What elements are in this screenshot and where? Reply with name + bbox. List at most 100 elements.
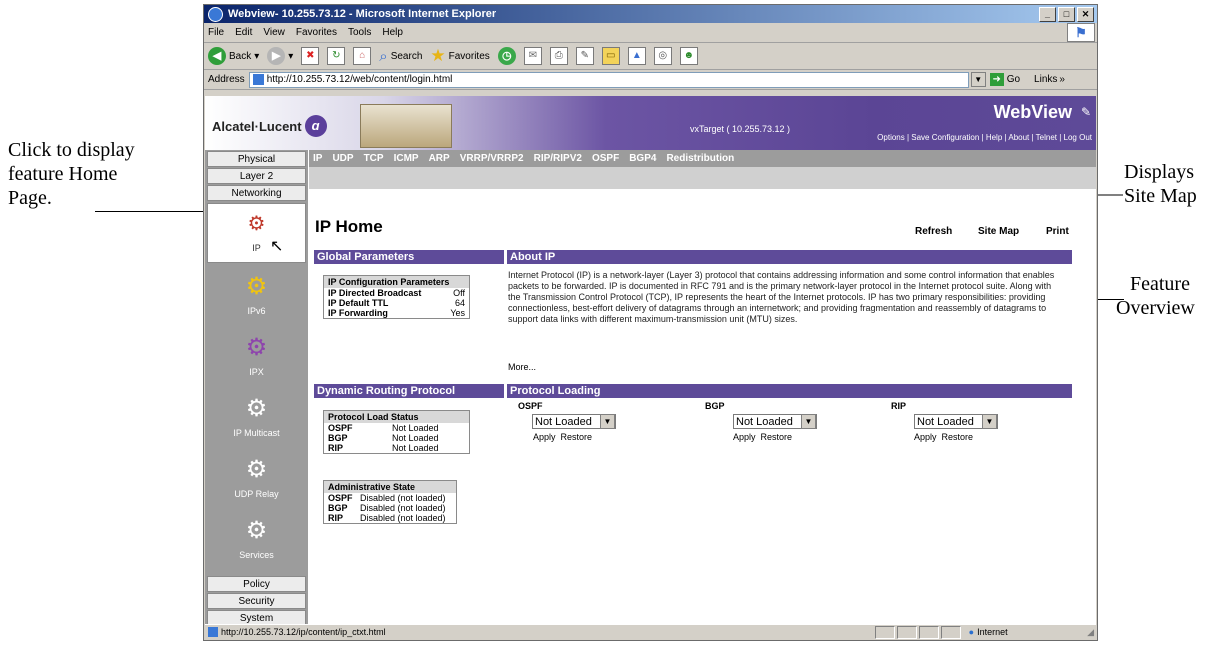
- edit-icon[interactable]: ✎: [575, 47, 594, 65]
- address-input[interactable]: http://10.255.73.12/web/content/login.ht…: [248, 71, 969, 88]
- mail-icon[interactable]: ✉: [523, 47, 542, 65]
- table-row: RIP Not Loaded: [328, 443, 439, 453]
- menu-file[interactable]: File: [208, 27, 224, 38]
- tab-ospf[interactable]: OSPF: [592, 153, 619, 164]
- messenger-icon[interactable]: ▲: [627, 47, 646, 65]
- alcatel-lucent-logo-icon: ɑ: [304, 115, 327, 137]
- resize-grip-icon[interactable]: ◢: [1087, 627, 1094, 638]
- menu-favorites[interactable]: Favorites: [296, 27, 337, 38]
- nav-security[interactable]: Security: [207, 593, 306, 609]
- ie-icon: [208, 6, 223, 22]
- ip-config-title: IP Configuration Parameters: [324, 276, 469, 288]
- nav-layer2[interactable]: Layer 2: [207, 168, 306, 184]
- tab-tcp[interactable]: TCP: [364, 153, 384, 164]
- chevron-down-icon: ▼: [801, 414, 816, 429]
- tab-redistribution[interactable]: Redistribution: [666, 153, 734, 164]
- menu-view[interactable]: View: [263, 27, 285, 38]
- search-button[interactable]: ⌕ Search: [379, 48, 422, 65]
- tab-icmp[interactable]: ICMP: [394, 153, 419, 164]
- menu-help[interactable]: Help: [382, 27, 403, 38]
- minimize-button[interactable]: _: [1039, 6, 1056, 22]
- window-title: Webview- 10.255.73.12 - Microsoft Intern…: [228, 8, 497, 20]
- favorites-button[interactable]: ★ Favorites: [430, 46, 489, 66]
- chevron-down-icon: ▾: [288, 50, 294, 62]
- ospf-restore-button[interactable]: Restore: [561, 432, 593, 442]
- table-row: IP Default TTL 64: [328, 298, 465, 308]
- nav-networking[interactable]: Networking: [207, 185, 306, 201]
- forward-button[interactable]: ▶ ▾: [267, 47, 293, 65]
- bgp-apply-button[interactable]: Apply: [733, 432, 756, 442]
- maximize-button[interactable]: □: [1058, 6, 1075, 22]
- print-link[interactable]: Print: [1046, 226, 1069, 237]
- bgp-restore-button[interactable]: Restore: [761, 432, 793, 442]
- rip-apply-button[interactable]: Apply: [914, 432, 937, 442]
- callout-site-map: Displays Site Map: [1124, 161, 1197, 207]
- rip-load-select[interactable]: Not Loaded ▼: [914, 414, 998, 429]
- menu-bar: File Edit View Favorites Tools Help ⚑: [204, 23, 1097, 43]
- table-row: RIP Disabled (not loaded): [328, 513, 446, 523]
- address-label: Address: [208, 74, 245, 85]
- menu-edit[interactable]: Edit: [235, 27, 252, 38]
- nav-ipv6[interactable]: ⚙ IPv6: [205, 273, 308, 316]
- chevron-down-icon: ▼: [600, 414, 615, 429]
- users-icon[interactable]: ☻: [679, 47, 698, 65]
- rip-restore-button[interactable]: Restore: [942, 432, 974, 442]
- tab-vrrp[interactable]: VRRP/VRRP2: [460, 153, 524, 164]
- home-icon[interactable]: ⌂: [353, 47, 372, 65]
- protocol-loading-header: Protocol Loading: [507, 384, 1072, 398]
- site-map-link[interactable]: Site Map: [978, 226, 1019, 237]
- address-dropdown-icon[interactable]: ▼: [970, 72, 986, 87]
- tab-bgp4[interactable]: BGP4: [629, 153, 656, 164]
- table-row: OSPF Disabled (not loaded): [328, 493, 446, 503]
- tab-ip[interactable]: IP: [313, 153, 322, 164]
- ospf-actions: Apply Restore: [533, 432, 592, 442]
- refresh-icon[interactable]: ↻: [327, 47, 346, 65]
- bgp-label: BGP: [705, 401, 725, 411]
- web-content: Alcatel·Lucent ɑ vxTarget ( 10.255.73.12…: [205, 96, 1096, 626]
- nav-policy[interactable]: Policy: [207, 576, 306, 592]
- folder-icon[interactable]: ▭: [601, 47, 620, 65]
- ip-config-table: IP Configuration Parameters IP Directed …: [323, 275, 470, 319]
- menu-tools[interactable]: Tools: [348, 27, 371, 38]
- about-ip-text: Internet Protocol (IP) is a network-laye…: [508, 270, 1055, 324]
- ospf-apply-button[interactable]: Apply: [533, 432, 556, 442]
- services-icon: ⚙: [245, 517, 268, 544]
- ospf-load-select[interactable]: Not Loaded ▼: [532, 414, 616, 429]
- back-button[interactable]: ◀ Back ▾: [208, 47, 259, 65]
- more-link[interactable]: More...: [508, 362, 536, 372]
- go-arrow-icon[interactable]: ➜: [989, 73, 1004, 86]
- tab-rip[interactable]: RIP/RIPV2: [534, 153, 582, 164]
- browser-toolbar: ◀ Back ▾ ▶ ▾ ✖ ↻ ⌂ ⌕ Search ★ Favorites ◷ ✉ ⎙…: [204, 43, 1097, 70]
- stop-icon[interactable]: ✖: [301, 47, 320, 65]
- admin-state-table: Administrative State OSPF Disabled (not l…: [323, 480, 457, 524]
- status-bar: http://10.255.73.12/ip/content/ip_ctxt.h…: [205, 624, 1096, 639]
- nav-ip[interactable]: ⚙ IP ↖: [207, 203, 306, 263]
- sub-bar: [309, 167, 1096, 189]
- nav-ip-multicast[interactable]: ⚙ IP Multicast: [205, 395, 308, 438]
- history-icon[interactable]: ◷: [497, 47, 516, 65]
- bgp-load-select[interactable]: Not Loaded ▼: [733, 414, 817, 429]
- cursor-icon: ↖: [270, 238, 284, 255]
- equipment-image: [360, 104, 452, 148]
- links-button[interactable]: Links: [1034, 74, 1057, 85]
- title-bar: Webview- 10.255.73.12 - Microsoft Intern…: [204, 5, 1097, 23]
- tab-arp[interactable]: ARP: [429, 153, 450, 164]
- close-button[interactable]: ✕: [1077, 6, 1094, 22]
- nav-services[interactable]: ⚙ Services: [205, 517, 308, 560]
- discuss-icon[interactable]: ◎: [653, 47, 672, 65]
- status-cell: [918, 625, 939, 639]
- status-zone: Internet: [977, 627, 1008, 637]
- admin-state-title: Administrative State: [324, 481, 456, 493]
- status-cell: [874, 625, 895, 639]
- status-cell: [940, 625, 961, 639]
- go-button[interactable]: Go: [1007, 74, 1020, 85]
- nav-physical[interactable]: Physical: [207, 151, 306, 167]
- nav-ipx[interactable]: ⚙ IPX: [205, 334, 308, 377]
- nav-udp-relay[interactable]: ⚙ UDP Relay: [205, 456, 308, 499]
- top-links[interactable]: Options | Save Configuration | Help | Ab…: [877, 133, 1092, 142]
- tab-udp[interactable]: UDP: [332, 153, 353, 164]
- refresh-link[interactable]: Refresh: [915, 226, 952, 237]
- pencil-icon: ✎: [1080, 105, 1091, 119]
- forward-arrow-icon: ▶: [267, 47, 286, 65]
- print-icon[interactable]: ⎙: [549, 47, 568, 65]
